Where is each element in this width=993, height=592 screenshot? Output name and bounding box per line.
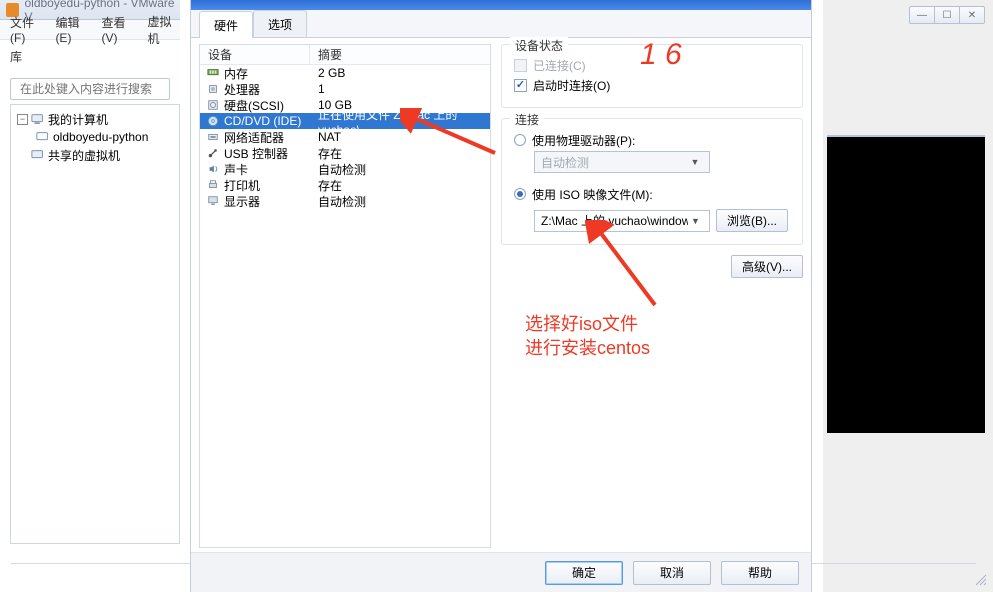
hardware-row-net[interactable]: 网络适配器 NAT bbox=[200, 129, 490, 145]
computer-icon bbox=[31, 113, 45, 125]
cd-icon bbox=[206, 115, 220, 127]
tab-options[interactable]: 选项 bbox=[253, 10, 307, 37]
dialog-titlebar[interactable] bbox=[191, 0, 811, 10]
hardware-detail-pane: 设备状态 已连接(C) 启动时连接(O) 连接 使用物理驱动器(P): 自动检测 bbox=[501, 44, 803, 548]
group-title: 设备状态 bbox=[510, 37, 568, 54]
hardware-list: 设备 摘要 内存2 GB处理器1硬盘(SCSI)10 GBCD/DVD (IDE… bbox=[199, 44, 491, 548]
chevron-down-icon: ▼ bbox=[687, 157, 703, 167]
hw-summary: 自动检测 bbox=[310, 161, 490, 178]
chevron-down-icon[interactable]: ▼ bbox=[688, 216, 703, 226]
vm-console[interactable] bbox=[827, 135, 985, 433]
iso-file-radio[interactable] bbox=[514, 188, 526, 200]
vm-settings-dialog: 硬件 选项 设备 摘要 内存2 GB处理器1硬盘(SCSI)10 GBCD/DV… bbox=[190, 0, 812, 592]
hw-summary: NAT bbox=[310, 130, 490, 144]
physical-drive-radio[interactable] bbox=[514, 134, 526, 146]
device-status-group: 设备状态 已连接(C) 启动时连接(O) bbox=[501, 44, 803, 108]
hw-name: 显示器 bbox=[224, 193, 260, 210]
hardware-row-cpu[interactable]: 处理器 1 bbox=[200, 81, 490, 97]
dialog-footer: 确定 取消 帮助 bbox=[191, 552, 811, 592]
tree-node-mycomputer[interactable]: − 我的计算机 bbox=[14, 110, 176, 128]
connected-checkbox bbox=[514, 59, 527, 72]
tab-hardware[interactable]: 硬件 bbox=[199, 11, 253, 38]
hardware-row-sound[interactable]: 声卡 自动检测 bbox=[200, 161, 490, 177]
tree-node-vm[interactable]: oldboyedu-python bbox=[14, 128, 176, 146]
hardware-row-cd[interactable]: CD/DVD (IDE)正在使用文件 Z:\Mac 上的 yuchao\... bbox=[200, 113, 490, 129]
hw-summary: 2 GB bbox=[310, 66, 490, 80]
hw-name: 打印机 bbox=[224, 177, 260, 194]
hw-name: 处理器 bbox=[224, 81, 260, 98]
printer-icon bbox=[206, 179, 220, 191]
menu-view[interactable]: 查看(V) bbox=[101, 14, 137, 45]
menu-vm[interactable]: 虚拟机 bbox=[148, 13, 180, 47]
connected-label: 已连接(C) bbox=[533, 57, 586, 74]
dropdown-value: 自动检测 bbox=[541, 154, 589, 171]
hardware-row-printer[interactable]: 打印机 存在 bbox=[200, 177, 490, 193]
hw-name: USB 控制器 bbox=[224, 145, 288, 162]
group-title: 连接 bbox=[510, 111, 544, 128]
hw-name: 声卡 bbox=[224, 161, 248, 178]
library-label: 库 bbox=[10, 48, 22, 65]
iso-file-label: 使用 ISO 映像文件(M): bbox=[532, 186, 653, 203]
cpu-icon bbox=[206, 83, 220, 95]
menu-edit[interactable]: 编辑(E) bbox=[55, 14, 91, 45]
library-tree: − 我的计算机 oldboyedu-python − 共享的虚拟机 bbox=[10, 104, 180, 544]
hw-summary: 1 bbox=[310, 82, 490, 96]
iso-path-dropdown[interactable]: Z:\Mac 上的 yuchao\windows ▼ bbox=[534, 210, 710, 232]
usb-icon bbox=[206, 147, 220, 159]
close-button[interactable]: ✕ bbox=[959, 6, 985, 24]
tree-label: oldboyedu-python bbox=[53, 130, 148, 144]
vm-icon bbox=[36, 131, 50, 143]
hw-summary: 自动检测 bbox=[310, 193, 490, 210]
net-icon bbox=[206, 131, 220, 143]
physical-drive-dropdown: 自动检测 ▼ bbox=[534, 151, 710, 173]
advanced-button[interactable]: 高级(V)... bbox=[731, 255, 803, 278]
col-device: 设备 bbox=[200, 45, 310, 64]
resize-grip-icon[interactable] bbox=[973, 572, 987, 586]
connect-at-poweron-checkbox[interactable] bbox=[514, 79, 527, 92]
hw-summary: 存在 bbox=[310, 177, 490, 194]
tree-node-shared[interactable]: − 共享的虚拟机 bbox=[14, 146, 176, 164]
memory-icon bbox=[206, 67, 220, 79]
ok-button[interactable]: 确定 bbox=[545, 561, 623, 585]
shared-icon bbox=[31, 149, 45, 161]
hw-name: 硬盘(SCSI) bbox=[224, 97, 284, 114]
hardware-row-memory[interactable]: 内存 2 GB bbox=[200, 65, 490, 81]
connection-group: 连接 使用物理驱动器(P): 自动检测 ▼ 使用 ISO 映像文件(M): Z:… bbox=[501, 118, 803, 245]
tree-label: 共享的虚拟机 bbox=[48, 147, 120, 164]
sound-icon bbox=[206, 163, 220, 175]
hw-name: CD/DVD (IDE) bbox=[224, 114, 301, 128]
tree-label: 我的计算机 bbox=[48, 111, 108, 128]
hw-name: 网络适配器 bbox=[224, 129, 284, 146]
maximize-button[interactable]: ☐ bbox=[934, 6, 960, 24]
help-button[interactable]: 帮助 bbox=[721, 561, 799, 585]
hw-summary: 存在 bbox=[310, 145, 490, 162]
hardware-row-usb[interactable]: USB 控制器 存在 bbox=[200, 145, 490, 161]
minimize-button[interactable]: — bbox=[909, 6, 935, 24]
collapse-icon[interactable]: − bbox=[17, 114, 28, 125]
connect-at-poweron-label: 启动时连接(O) bbox=[533, 77, 610, 94]
physical-drive-label: 使用物理驱动器(P): bbox=[532, 132, 635, 149]
hw-name: 内存 bbox=[224, 65, 248, 82]
col-summary: 摘要 bbox=[310, 45, 490, 64]
cancel-button[interactable]: 取消 bbox=[633, 561, 711, 585]
dialog-tabs: 硬件 选项 bbox=[191, 10, 811, 38]
menu-bar: 文件(F) 编辑(E) 查看(V) 虚拟机 bbox=[0, 20, 180, 40]
iso-path-value: Z:\Mac 上的 yuchao\windows bbox=[541, 212, 688, 229]
menu-file[interactable]: 文件(F) bbox=[10, 14, 45, 45]
hardware-list-header: 设备 摘要 bbox=[200, 45, 490, 65]
window-controls: — ☐ ✕ bbox=[910, 6, 985, 24]
hardware-row-display[interactable]: 显示器 自动检测 bbox=[200, 193, 490, 209]
browse-button[interactable]: 浏览(B)... bbox=[716, 209, 788, 232]
search-input[interactable] bbox=[20, 82, 175, 96]
library-search[interactable] bbox=[10, 78, 170, 100]
disk-icon bbox=[206, 99, 220, 111]
display-icon bbox=[206, 195, 220, 207]
